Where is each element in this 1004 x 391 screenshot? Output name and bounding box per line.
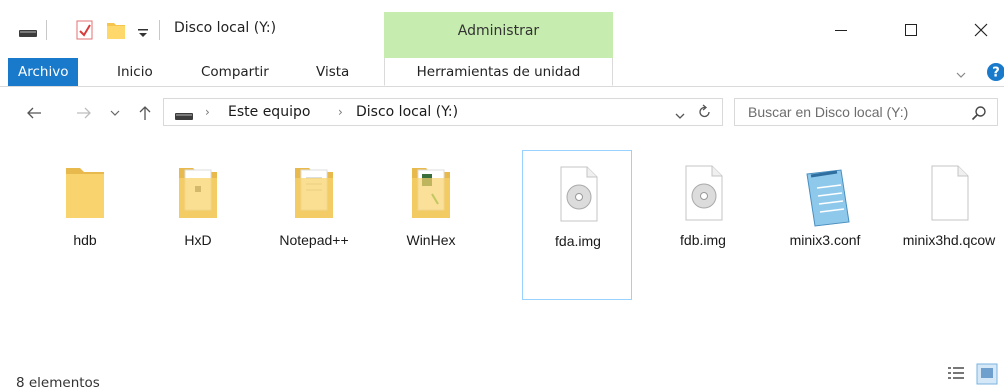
- tab-vista[interactable]: Vista: [306, 58, 359, 86]
- address-dropdown-icon[interactable]: [674, 107, 686, 126]
- back-arrow-icon: [27, 107, 41, 119]
- chevron-down-icon: [110, 110, 120, 116]
- maximize-button[interactable]: [888, 12, 934, 48]
- minimize-button[interactable]: [818, 12, 864, 48]
- ribbon-expand-icon[interactable]: [955, 66, 967, 85]
- status-item-count: 8 elementos: [16, 375, 100, 391]
- item-label: hdb: [73, 232, 97, 248]
- large-icons-view-icon[interactable]: [976, 363, 998, 389]
- disc-image-icon: [523, 165, 633, 229]
- up-button[interactable]: [135, 101, 155, 125]
- notepad-icon: [770, 164, 880, 228]
- back-button[interactable]: [22, 101, 46, 125]
- item-label: minix3.conf: [789, 232, 861, 248]
- list-item[interactable]: Notepad++: [259, 150, 369, 300]
- recent-locations-button[interactable]: [108, 101, 122, 125]
- item-label: HxD: [184, 232, 212, 248]
- up-arrow-icon: [139, 106, 151, 120]
- details-view-icon[interactable]: [946, 365, 966, 387]
- maximize-icon: [905, 24, 917, 36]
- folder-docs-icon: [259, 164, 369, 228]
- tab-archivo[interactable]: Archivo: [8, 58, 79, 86]
- tab-compartir[interactable]: Compartir: [191, 58, 279, 86]
- minimize-icon: [835, 30, 847, 31]
- title-bar: Disco local (Y:) Administrar: [0, 0, 1004, 64]
- properties-icon[interactable]: [76, 20, 94, 44]
- list-item[interactable]: minix3.conf: [770, 150, 880, 300]
- window-title: Disco local (Y:): [174, 20, 277, 36]
- view-toggle: [946, 363, 1002, 385]
- address-bar[interactable]: › Este equipo › Disco local (Y:): [163, 98, 723, 126]
- item-label: WinHex: [406, 232, 456, 248]
- item-label: fda.img: [555, 233, 601, 249]
- new-folder-icon[interactable]: [106, 20, 126, 44]
- list-item[interactable]: fdb.img: [648, 150, 758, 300]
- help-icon[interactable]: ?: [986, 62, 1004, 86]
- folder-icon: [30, 164, 140, 228]
- tab-inicio[interactable]: Inicio: [107, 58, 163, 86]
- drive-icon[interactable]: [18, 24, 38, 43]
- breadcrumb-disco-local[interactable]: Disco local (Y:): [356, 104, 458, 120]
- breadcrumb-este-equipo[interactable]: Este equipo: [228, 104, 310, 120]
- forward-button[interactable]: [72, 101, 96, 125]
- item-label: fdb.img: [680, 232, 726, 248]
- breadcrumb-separator-icon[interactable]: ›: [338, 105, 343, 119]
- customize-toolbar-icon[interactable]: [137, 24, 149, 43]
- search-input[interactable]: [735, 99, 972, 125]
- blank-file-icon: [894, 164, 1004, 228]
- tab-herramientas-de-unidad[interactable]: Herramientas de unidad: [384, 58, 613, 86]
- list-item[interactable]: hdb: [30, 150, 140, 300]
- list-item[interactable]: fda.img: [522, 150, 632, 300]
- contextual-group-label: Administrar: [457, 23, 540, 39]
- list-item[interactable]: WinHex: [376, 150, 486, 300]
- folder-docs-icon: [376, 164, 486, 228]
- close-icon: [974, 23, 988, 37]
- item-label: Notepad++: [279, 232, 349, 248]
- forward-arrow-icon: [77, 107, 91, 119]
- list-item[interactable]: minix3hd.qcow: [894, 150, 1004, 300]
- disc-image-icon: [648, 164, 758, 228]
- search-icon[interactable]: [971, 105, 987, 125]
- refresh-icon[interactable]: [697, 104, 713, 124]
- drive-icon: [174, 107, 194, 126]
- breadcrumb-separator-icon[interactable]: ›: [205, 105, 210, 119]
- folder-docs-icon: [143, 164, 253, 228]
- search-box[interactable]: [734, 98, 998, 126]
- ribbon-divider: [0, 86, 1004, 87]
- close-button[interactable]: [958, 12, 1004, 48]
- svg-text:?: ?: [992, 66, 1000, 81]
- list-item[interactable]: HxD: [143, 150, 253, 300]
- item-label: minix3hd.qcow: [902, 232, 996, 248]
